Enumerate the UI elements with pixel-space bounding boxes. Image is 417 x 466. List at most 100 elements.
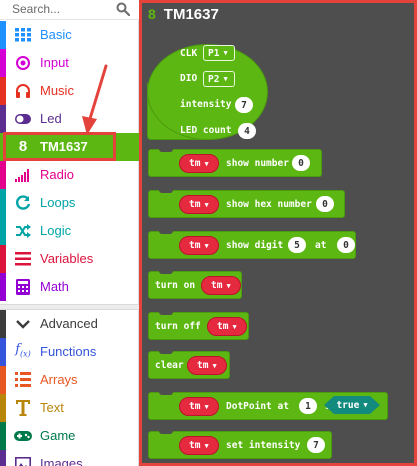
block-show-number[interactable]: tm ▼ show number 0 (148, 149, 322, 177)
category-radio[interactable]: Radio (0, 161, 139, 189)
category-tm1637[interactable]: 8 TM1637 (0, 133, 139, 161)
block-notch (159, 231, 173, 234)
category-label: Functions (40, 344, 97, 359)
shuffle-icon (14, 223, 32, 239)
tm-variable-dropdown[interactable]: tm ▼ (179, 436, 219, 455)
category-color-stripe (0, 49, 6, 77)
input-target-icon (14, 55, 32, 71)
block-text: set intensity (226, 440, 301, 451)
image-icon (14, 456, 32, 466)
toolbox-sidebar: Basic Input Music Led 8 TM1637 Radio (0, 0, 139, 466)
category-color-stripe (0, 189, 6, 217)
category-color-stripe (0, 21, 6, 49)
category-label: Music (40, 83, 74, 98)
category-arrays[interactable]: Arrays (0, 366, 139, 394)
block-text: show digit (226, 240, 284, 251)
caret-down-icon: ▼ (223, 49, 228, 57)
number-input[interactable]: 0 (316, 196, 334, 212)
category-color-stripe (0, 394, 6, 422)
caret-down-icon: ▼ (226, 281, 231, 290)
text-t-icon (14, 400, 32, 416)
arrays-icon (14, 372, 32, 388)
tm-variable-dropdown[interactable]: tm ▼ (179, 236, 219, 255)
block-set-intensity[interactable]: tm ▼ set intensity 7 (148, 431, 332, 459)
category-functions[interactable]: f(x) Functions (0, 338, 139, 366)
intensity-input[interactable]: 7 (307, 437, 325, 453)
block-text: show hex number (226, 199, 312, 210)
search-icon[interactable] (116, 2, 130, 16)
dio-pin-dropdown[interactable]: P2 ▼ (203, 71, 235, 87)
dotpoint-position-input[interactable]: 1 (299, 398, 317, 414)
digit-input[interactable]: 5 (288, 237, 306, 253)
block-show-hex-number[interactable]: tm ▼ show hex number 0 (148, 190, 345, 218)
chevron-down-icon (14, 316, 32, 332)
tm-variable-dropdown[interactable]: tm ▼ (187, 356, 227, 375)
tm-variable-dropdown[interactable]: tm ▼ (179, 397, 219, 416)
category-input[interactable]: Input (0, 49, 139, 77)
workspace-title: TM1637 (163, 5, 219, 23)
block-clear[interactable]: clear tm ▼ (148, 351, 230, 379)
category-label: Game (40, 428, 76, 443)
tm-variable-value: tm (197, 360, 209, 371)
tm-variable-value: tm (217, 321, 229, 332)
block-show-digit[interactable]: tm ▼ show digit 5 at 0 (148, 231, 356, 259)
caret-down-icon: ▼ (223, 75, 228, 83)
position-input[interactable]: 0 (337, 237, 355, 253)
number-input[interactable]: 0 (292, 155, 310, 171)
category-color-stripe (0, 105, 6, 133)
block-notch (159, 149, 173, 152)
boolean-dropdown[interactable]: true ▼ (324, 396, 380, 414)
intensity-input[interactable]: 7 (235, 97, 253, 113)
category-basic[interactable]: Basic (0, 21, 139, 49)
block-text: turn on (155, 280, 196, 291)
blocks-workspace[interactable]: 8 TM1637 CLK P1 ▼ DIO P2 ▼ intensity 7 LED… (139, 0, 417, 466)
tm-variable-dropdown[interactable]: tm ▼ (179, 195, 219, 214)
category-label: Basic (40, 27, 72, 42)
block-notch (159, 351, 173, 354)
tm-variable-dropdown[interactable]: tm ▼ (201, 276, 241, 295)
tm-variable-dropdown[interactable]: tm ▼ (179, 154, 219, 173)
gamepad-icon (14, 428, 32, 444)
category-color-stripe (0, 161, 6, 189)
category-label: Math (40, 279, 69, 294)
category-label: Led (40, 111, 62, 126)
category-label: Variables (40, 251, 94, 266)
clk-pin-value: P1 (208, 47, 220, 59)
category-color-stripe (0, 273, 6, 301)
loop-arrow-icon (14, 195, 32, 211)
search-input[interactable] (12, 1, 112, 17)
category-color-stripe (0, 245, 6, 273)
function-icon: f(x) (15, 341, 31, 359)
caret-down-icon: ▼ (204, 200, 209, 209)
tm-variable-value: tm (189, 440, 201, 451)
category-logic[interactable]: Logic (0, 217, 139, 245)
category-math[interactable]: Math (0, 273, 139, 301)
category-game[interactable]: Game (0, 422, 139, 450)
tm-variable-dropdown[interactable]: tm ▼ (207, 317, 247, 336)
category-color-stripe (0, 450, 6, 466)
tm-variable-value: tm (189, 240, 201, 251)
toggle-icon (14, 111, 32, 127)
category-label: Loops (40, 195, 76, 210)
category-label: Text (40, 400, 64, 415)
intensity-label: intensity (180, 99, 232, 110)
grid-icon (14, 27, 32, 43)
category-text[interactable]: Text (0, 394, 139, 422)
block-turn-off[interactable]: turn off tm ▼ (148, 312, 249, 340)
category-variables[interactable]: Variables (0, 245, 139, 273)
category-loops[interactable]: Loops (0, 189, 139, 217)
led-count-input[interactable]: 4 (238, 123, 256, 139)
category-led[interactable]: Led (0, 105, 139, 133)
category-color-stripe (0, 338, 6, 366)
block-text: turn off (155, 321, 201, 332)
category-images[interactable]: Images (0, 450, 139, 466)
clk-pin-dropdown[interactable]: P1 ▼ (203, 45, 235, 61)
category-color-stripe (0, 422, 6, 450)
workspace-header: 8 TM1637 (148, 4, 219, 24)
category-label: Arrays (40, 372, 78, 387)
list-lines-icon (14, 251, 32, 267)
block-turn-on[interactable]: turn on tm ▼ (148, 271, 242, 299)
category-music[interactable]: Music (0, 77, 139, 105)
category-advanced[interactable]: Advanced (0, 310, 139, 338)
category-label: Images (40, 456, 83, 466)
